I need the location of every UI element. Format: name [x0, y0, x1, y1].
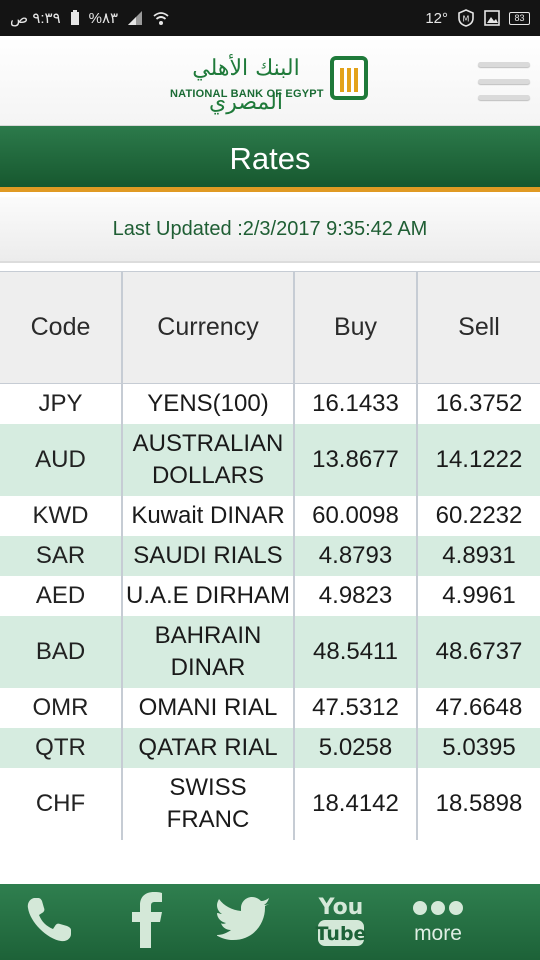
bank-emblem-icon — [330, 56, 368, 100]
column-header-currency: Currency — [122, 271, 295, 384]
cell-currency: BAHRAIN DINAR — [122, 616, 295, 688]
table-row: CHF SWISS FRANC 18.4142 18.5898 — [0, 768, 540, 840]
facebook-icon — [128, 890, 168, 955]
cell-currency: SWISS FRANC — [122, 768, 295, 840]
cell-code: AED — [0, 576, 123, 616]
status-bar: ٩:٣٩ ص %٨٣ 12° M 83 — [0, 0, 540, 36]
cell-buy: 5.0258 — [294, 728, 418, 768]
cell-code: OMR — [0, 688, 123, 728]
page-title: Rates — [229, 141, 311, 176]
cell-buy: 60.0098 — [294, 496, 418, 536]
cell-sell: 60.2232 — [417, 496, 540, 536]
logo-arabic-text: البنك الأهلي المصري — [192, 56, 300, 115]
table-row: BAD BAHRAIN DINAR 48.5411 48.6737 — [0, 616, 540, 688]
cell-code: BAD — [0, 616, 123, 688]
table-row: AUD AUSTRALIAN DOLLARS 13.8677 14.1222 — [0, 424, 540, 496]
battery-level-box: 83 — [509, 11, 530, 25]
more-button[interactable]: more — [400, 884, 476, 960]
table-row: AED U.A.E DIRHAM 4.9823 4.9961 — [0, 576, 540, 616]
youtube-icon: You Tube — [311, 890, 371, 955]
shield-icon: M — [457, 9, 475, 27]
cell-buy: 4.8793 — [294, 536, 418, 576]
rates-table: Code Currency Buy Sell JPY YENS(100) 16.… — [0, 271, 540, 840]
menu-line-icon — [478, 78, 530, 84]
hamburger-menu-button[interactable] — [478, 60, 530, 102]
cell-sell: 5.0395 — [417, 728, 540, 768]
temperature-text: 12° — [425, 9, 448, 27]
twitter-button[interactable] — [210, 884, 280, 960]
cell-buy: 4.9823 — [294, 576, 418, 616]
cell-currency: Kuwait DINAR — [122, 496, 295, 536]
cell-sell: 47.6648 — [417, 688, 540, 728]
cell-currency: U.A.E DIRHAM — [122, 576, 295, 616]
signal-icon — [127, 10, 143, 26]
cell-code: QTR — [0, 728, 123, 768]
cell-sell: 14.1222 — [417, 424, 540, 496]
cell-code: KWD — [0, 496, 123, 536]
cell-sell: 16.3752 — [417, 383, 540, 424]
cell-buy: 13.8677 — [294, 424, 418, 496]
cell-code: CHF — [0, 768, 123, 840]
battery-percent: %٨٣ — [88, 10, 119, 27]
last-updated-bar: Last Updated :2/3/2017 9:35:42 AM — [0, 197, 540, 263]
menu-line-icon — [478, 62, 530, 67]
table-row: OMR OMANI RIAL 47.5312 47.6648 — [0, 688, 540, 728]
column-header-sell: Sell — [417, 271, 540, 384]
cell-currency: OMANI RIAL — [122, 688, 295, 728]
column-header-buy: Buy — [294, 271, 418, 384]
cell-currency: QATAR RIAL — [122, 728, 295, 768]
table-row: KWD Kuwait DINAR 60.0098 60.2232 — [0, 496, 540, 536]
facebook-button[interactable] — [118, 884, 178, 960]
rates-table-container[interactable]: Code Currency Buy Sell JPY YENS(100) 16.… — [0, 271, 540, 884]
youtube-tube-text: Tube — [316, 923, 367, 945]
cell-sell: 4.9961 — [417, 576, 540, 616]
table-row: SAR SAUDI RIALS 4.8793 4.8931 — [0, 536, 540, 576]
image-icon — [484, 10, 500, 26]
cell-currency: AUSTRALIAN DOLLARS — [122, 424, 295, 496]
cell-code: SAR — [0, 536, 123, 576]
svg-text:M: M — [463, 15, 470, 24]
phone-icon — [21, 892, 77, 953]
last-updated-text: Last Updated :2/3/2017 9:35:42 AM — [112, 218, 428, 240]
cell-code: JPY — [0, 383, 123, 424]
nbe-logo: البنك الأهلي المصري NATIONAL BANK OF EGY… — [170, 52, 370, 115]
battery-icon — [70, 10, 80, 26]
cell-sell: 48.6737 — [417, 616, 540, 688]
bottom-navigation-bar: You Tube more — [0, 884, 540, 960]
cell-buy: 47.5312 — [294, 688, 418, 728]
table-header-row: Code Currency Buy Sell — [0, 271, 540, 384]
cell-buy: 18.4142 — [294, 768, 418, 840]
title-bar: Rates — [0, 126, 540, 192]
cell-currency: SAUDI RIALS — [122, 536, 295, 576]
cell-sell: 4.8931 — [417, 536, 540, 576]
cell-code: AUD — [0, 424, 123, 496]
status-time: ٩:٣٩ ص — [10, 10, 61, 27]
cell-currency: YENS(100) — [122, 383, 295, 424]
youtube-you-text: You — [318, 895, 364, 920]
phone-button[interactable] — [14, 884, 84, 960]
more-label: more — [414, 921, 462, 945]
menu-line-icon — [478, 95, 530, 100]
more-icon — [412, 899, 464, 922]
cell-sell: 18.5898 — [417, 768, 540, 840]
status-bar-right: 12° M 83 — [425, 9, 530, 27]
logo-english-text: NATIONAL BANK OF EGYPT — [170, 88, 324, 100]
status-bar-left: ٩:٣٩ ص %٨٣ — [10, 9, 170, 27]
table-row: QTR QATAR RIAL 5.0258 5.0395 — [0, 728, 540, 768]
cell-buy: 48.5411 — [294, 616, 418, 688]
cell-buy: 16.1433 — [294, 383, 418, 424]
twitter-icon — [216, 896, 273, 948]
column-header-code: Code — [0, 271, 123, 384]
youtube-button[interactable]: You Tube — [306, 884, 376, 960]
wifi-icon — [152, 10, 170, 26]
app-header: البنك الأهلي المصري NATIONAL BANK OF EGY… — [0, 36, 540, 126]
table-row: JPY YENS(100) 16.1433 16.3752 — [0, 383, 540, 424]
